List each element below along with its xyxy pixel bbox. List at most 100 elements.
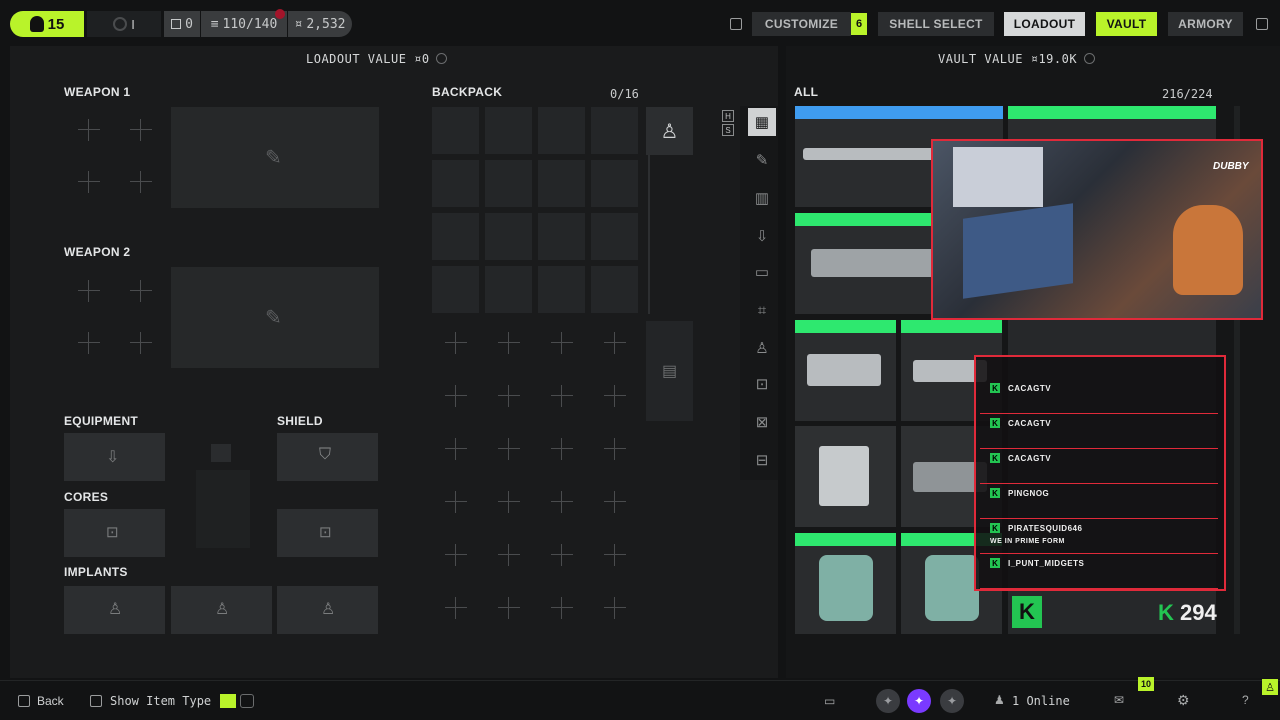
locked-backpack-slot: [551, 385, 573, 407]
backpack-slot[interactable]: [485, 107, 532, 154]
backpack-slot[interactable]: [432, 107, 479, 154]
cores-label: CORES: [64, 490, 109, 504]
body-silhouette: [196, 470, 250, 548]
player-level: 15: [47, 15, 65, 33]
attachment-slot[interactable]: [130, 119, 152, 141]
nav-customize[interactable]: CUSTOMIZE: [752, 12, 851, 36]
filter-mods-icon[interactable]: ▭: [748, 258, 776, 286]
rarity-bar: [795, 533, 896, 546]
player-icon: [29, 16, 44, 32]
backpack-slot[interactable]: [432, 266, 479, 313]
locked-backpack-slot: [445, 385, 467, 407]
attachment-slot[interactable]: [130, 280, 152, 302]
back-button[interactable]: Back: [37, 694, 64, 708]
backpack-slot[interactable]: [432, 160, 479, 207]
player-level-badge[interactable]: 15: [10, 11, 84, 37]
backpack-slot[interactable]: [485, 160, 532, 207]
locked-backpack-slot: [604, 438, 626, 460]
filter-implants-icon[interactable]: ♙: [748, 334, 776, 362]
loadout-panel: LOADOUT VALUE ¤0 WEAPON 1 ✎ WEAPON 2 ✎ E…: [10, 46, 778, 678]
core-icon: ⊡: [106, 524, 119, 541]
character-tab-icon[interactable]: ♙: [646, 107, 693, 155]
vault-item-backpack[interactable]: [795, 533, 896, 634]
attachment-slot[interactable]: [130, 171, 152, 193]
locked-backpack-slot: [445, 332, 467, 354]
backpack-slot[interactable]: [591, 160, 638, 207]
vault-value: VAULT VALUE ¤19.0K: [938, 52, 1077, 66]
party-avatar[interactable]: ✦: [907, 689, 931, 713]
implant-slot-1[interactable]: ♙: [64, 586, 165, 634]
vault-item-launcher[interactable]: [795, 426, 896, 527]
filter-cores-icon[interactable]: ⊡: [748, 370, 776, 398]
shield-slot[interactable]: ⛉: [277, 433, 378, 481]
backpack-slot[interactable]: [538, 266, 585, 313]
show-item-type-toggle[interactable]: [220, 694, 236, 708]
nav-armory[interactable]: ARMORY: [1168, 12, 1243, 36]
nav-shell-select[interactable]: SHELL SELECT: [878, 12, 994, 36]
locked-backpack-slot: [604, 491, 626, 513]
chat-icon[interactable]: ▭: [824, 694, 835, 708]
locked-backpack-slot: [498, 544, 520, 566]
filter-misc-icon[interactable]: ⊠: [748, 408, 776, 436]
rarity-bar: [795, 320, 896, 333]
filter-weapons-icon[interactable]: ✎: [748, 146, 776, 174]
backpack-slot[interactable]: [591, 107, 638, 154]
attachment-slot[interactable]: [78, 171, 100, 193]
attachment-slot[interactable]: [78, 280, 100, 302]
help-icon[interactable]: ?: [1242, 693, 1249, 707]
attachment-slot[interactable]: [130, 332, 152, 354]
implant-slot-2[interactable]: ♙: [171, 586, 272, 634]
nav-loadout[interactable]: LOADOUT: [1004, 12, 1085, 36]
filter-keys-icon[interactable]: ⊟: [748, 446, 776, 474]
rank-badge[interactable]: I: [87, 11, 161, 37]
e-key-icon: [1256, 18, 1268, 30]
rank-icon: [113, 17, 128, 31]
equipment-slot[interactable]: ⇩: [64, 433, 165, 481]
credits-toggle-icon[interactable]: [240, 694, 254, 708]
backpack-scrollbar[interactable]: [648, 152, 650, 314]
vault-item-pistol[interactable]: [795, 320, 896, 421]
show-item-type-label[interactable]: Show Item Type: [110, 694, 211, 708]
storage-tab-icon[interactable]: ▤: [646, 321, 693, 421]
chat-message: K CACAGTV: [980, 449, 1218, 484]
weapon-placeholder-icon: ✎: [265, 307, 282, 329]
nav-vault[interactable]: VAULT: [1096, 12, 1157, 36]
filter-ammo-icon[interactable]: ▥: [748, 184, 776, 212]
filter-chips-icon[interactable]: ⌗: [748, 296, 776, 324]
implant-slot-3[interactable]: ♙: [277, 586, 378, 634]
webcam-monitor: [953, 147, 1043, 207]
sort-h-key[interactable]: H: [722, 110, 734, 122]
squad-slot-icon[interactable]: ✦: [940, 689, 964, 713]
capacity-value: 110/140: [222, 16, 278, 32]
backpack-slot[interactable]: [591, 266, 638, 313]
core-slot-1[interactable]: ⊡: [64, 509, 165, 557]
mail-icon[interactable]: ✉: [1114, 693, 1124, 707]
filter-equipment-icon[interactable]: ⇩: [748, 222, 776, 250]
sort-s-key[interactable]: S: [722, 124, 734, 136]
weapon2-label: WEAPON 2: [64, 245, 131, 259]
attachment-slot[interactable]: [78, 119, 100, 141]
filter-all-icon[interactable]: ▦: [748, 108, 776, 136]
alert-dot: [275, 9, 285, 19]
locked-backpack-slot: [604, 332, 626, 354]
core-slot-2[interactable]: ⊡: [277, 509, 378, 557]
info-icon[interactable]: [1084, 53, 1095, 64]
weapon1-slot[interactable]: ✎: [171, 107, 379, 208]
backpack-slot[interactable]: [485, 266, 532, 313]
locked-backpack-slot: [498, 385, 520, 407]
chat-username: PIRATESQUID646: [1008, 524, 1083, 533]
shield-label: SHIELD: [277, 414, 323, 428]
backpack-slot[interactable]: [432, 213, 479, 260]
online-count[interactable]: 1 Online: [1012, 694, 1070, 708]
locked-backpack-slot: [498, 491, 520, 513]
backpack-slot[interactable]: [538, 213, 585, 260]
backpack-slot[interactable]: [591, 213, 638, 260]
attachment-slot[interactable]: [78, 332, 100, 354]
squad-slot-icon[interactable]: ✦: [876, 689, 900, 713]
settings-icon[interactable]: ⚙: [1177, 692, 1190, 709]
info-icon[interactable]: [436, 53, 447, 64]
backpack-slot[interactable]: [485, 213, 532, 260]
weapon2-slot[interactable]: ✎: [171, 267, 379, 368]
backpack-slot[interactable]: [538, 160, 585, 207]
backpack-slot[interactable]: [538, 107, 585, 154]
